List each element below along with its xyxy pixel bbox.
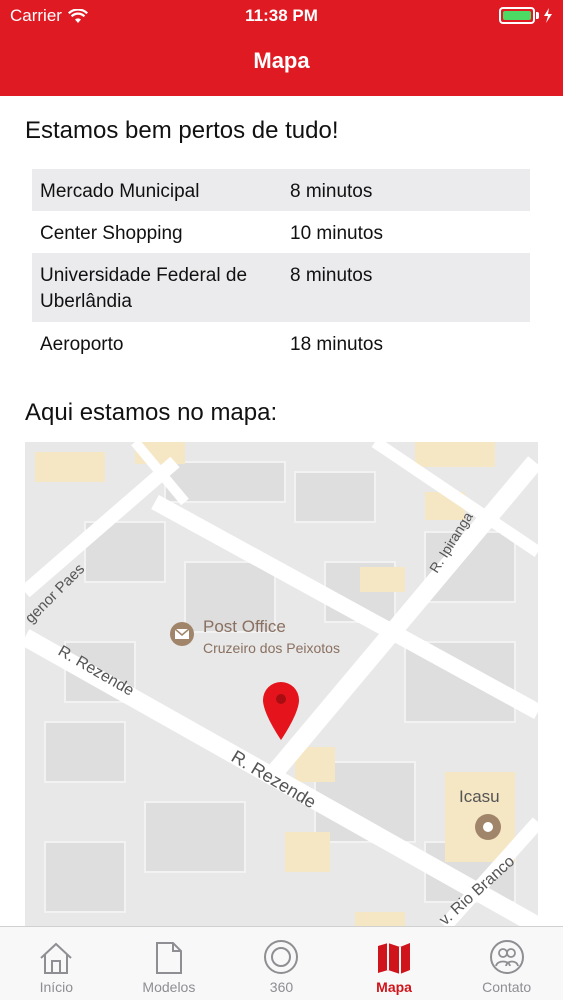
table-row: Aeroporto 18 minutos — [32, 322, 530, 364]
home-icon — [40, 942, 72, 974]
document-icon — [155, 942, 182, 974]
poi-marker[interactable] — [475, 814, 501, 840]
navigation-header: Carrier 11:38 PM Mapa — [0, 0, 563, 96]
tab-mapa[interactable]: Mapa — [338, 927, 451, 1000]
post-office-label: Post Office — [203, 617, 286, 636]
place-name: Center Shopping — [40, 223, 183, 244]
travel-time: 10 minutos — [290, 223, 383, 244]
table-row: Center Shopping 10 minutos — [32, 211, 530, 253]
poi-label: Icasu — [459, 787, 500, 806]
map-canvas[interactable]: Post Office Cruzeiro dos Peixotos R. Rez… — [25, 442, 538, 926]
table-row: Universidade Federal de Uberlândia 8 min… — [32, 253, 530, 322]
post-office-sublabel: Cruzeiro dos Peixotos — [203, 640, 340, 656]
tab-modelos[interactable]: Modelos — [113, 927, 226, 1000]
map-view[interactable]: Post Office Cruzeiro dos Peixotos R. Rez… — [25, 442, 538, 926]
post-office-marker[interactable] — [170, 622, 194, 646]
nearby-heading: Estamos bem pertos de tudo! — [25, 117, 339, 144]
tab-label: Mapa — [376, 979, 412, 995]
place-name: Aeroporto — [40, 334, 124, 355]
travel-time: 8 minutos — [290, 181, 373, 202]
map-heading: Aqui estamos no mapa: — [25, 399, 278, 426]
status-bar: Carrier 11:38 PM — [0, 0, 563, 34]
tab-inicio[interactable]: Início — [0, 927, 113, 1000]
place-name: Mercado Municipal — [40, 181, 200, 202]
tab-label: Modelos — [142, 979, 196, 995]
map-icon — [378, 943, 411, 974]
tab-contato[interactable]: Contato — [450, 927, 563, 1000]
place-name: Universidade Federal de Uberlândia — [40, 265, 248, 312]
tab-360[interactable]: 360 — [225, 927, 338, 1000]
travel-time: 8 minutos — [290, 265, 373, 286]
table-row: Mercado Municipal 8 minutos — [32, 169, 530, 211]
tab-bar: Início Modelos 360 Mapa Contato — [0, 926, 563, 1000]
page-title: Mapa — [253, 48, 310, 73]
tab-label: 360 — [269, 979, 294, 995]
tab-label: Início — [39, 979, 74, 995]
contacts-icon — [489, 940, 524, 974]
charging-icon — [544, 8, 552, 23]
360-ring-icon — [264, 940, 299, 974]
travel-time: 18 minutos — [290, 334, 383, 355]
nearby-table: Mercado Municipal 8 minutos Center Shopp… — [32, 169, 530, 364]
status-time: 11:38 PM — [245, 6, 318, 25]
battery-icon — [499, 7, 553, 24]
tab-label: Contato — [482, 979, 532, 995]
